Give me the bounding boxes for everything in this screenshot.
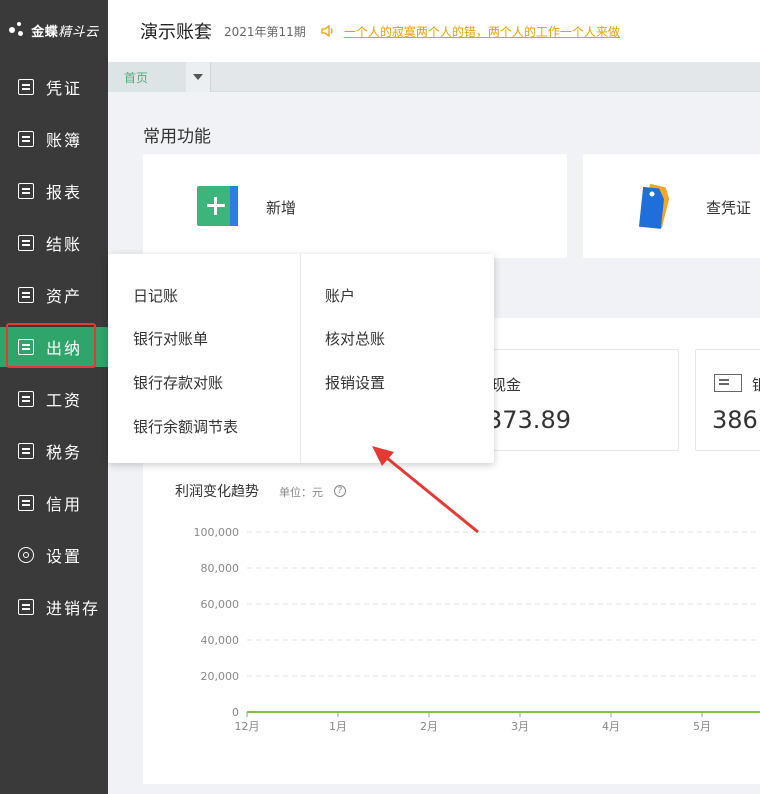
notice-link[interactable]: 一个人的寂寞两个人的错，两个人的工作一个人来做 <box>344 23 620 40</box>
sidebar-item-label: 报表 <box>46 183 83 202</box>
sidebar-item-10[interactable]: 进销存 <box>0 587 108 627</box>
x-tick-label: 5月 <box>693 720 711 733</box>
sidebar-item-label: 账簿 <box>46 131 83 150</box>
cashier-submenu: 日记账 银行对账单 银行存款对账 银行余额调节表 账户 核对总账 报销设置 <box>108 254 494 463</box>
sidebar-item-label: 设置 <box>46 547 83 566</box>
shortcut-add-card[interactable]: 新增 <box>143 154 567 258</box>
submenu-item-accounts[interactable]: 账户 <box>325 285 355 306</box>
y-tick-label: 20,000 <box>201 670 240 683</box>
ledger-icon <box>18 131 34 147</box>
credit-icon <box>18 495 34 511</box>
sidebar-item-label: 出纳 <box>46 339 83 358</box>
inventory-icon <box>18 599 34 615</box>
sidebar-item-label: 信用 <box>46 495 83 514</box>
company-name[interactable]: 演示账套 <box>140 18 212 44</box>
tag-icon <box>638 183 670 229</box>
shortcut-add-label: 新增 <box>266 199 297 217</box>
sidebar-item-label: 税务 <box>46 443 83 462</box>
stat-bank-label: 银 <box>752 376 760 394</box>
sidebar-item-label: 工资 <box>46 391 83 410</box>
submenu-item-bank-reconciliation[interactable]: 银行存款对账 <box>133 372 223 393</box>
shortcut-view-voucher-card[interactable]: 查凭证 <box>583 154 760 258</box>
help-icon[interactable]: ? <box>334 485 346 497</box>
sidebar-item-label: 进销存 <box>46 599 101 618</box>
sidebar-item-9[interactable]: 设置 <box>0 535 108 575</box>
accounting-period: 2021年第11期 <box>224 24 306 39</box>
section-title: 常用功能 <box>143 127 211 147</box>
add-icon <box>197 186 238 226</box>
submenu-item-balance-adjustment[interactable]: 银行余额调节表 <box>133 416 238 437</box>
sidebar-item-7[interactable]: 税务 <box>0 431 108 471</box>
sidebar-item-6[interactable]: 工资 <box>0 379 108 419</box>
profit-trend-chart: 0 20,000 40,000 60,000 80,000 100,000 12月 1月 2月 3… <box>194 526 760 733</box>
tab-home[interactable]: 首页 <box>108 62 186 92</box>
x-tick-label: 1月 <box>329 720 347 733</box>
tab-bar: 首页 <box>108 62 760 92</box>
tab-dropdown-icon[interactable] <box>186 62 210 92</box>
sidebar-item-4[interactable]: 资产 <box>0 275 108 315</box>
stat-card-bank[interactable]: 银 386, <box>695 349 760 451</box>
sidebar-item-1[interactable]: 账簿 <box>0 119 108 159</box>
gear-icon <box>18 547 34 563</box>
y-tick-label: 40,000 <box>201 634 240 647</box>
sidebar-item-3[interactable]: 结账 <box>0 223 108 263</box>
chart-title: 利润变化趋势 <box>175 484 259 500</box>
bank-icon <box>714 374 742 392</box>
sidebar: 金蝶精斗云 凭证账簿报表结账资产出纳工资税务信用设置进销存 <box>0 0 108 794</box>
logo-text: 金蝶精斗云 <box>31 24 99 40</box>
checkout-icon <box>18 235 34 251</box>
salary-icon <box>18 391 34 407</box>
asset-icon <box>18 287 34 303</box>
submenu-item-journal[interactable]: 日记账 <box>133 285 178 306</box>
y-tick-label: 0 <box>232 706 239 719</box>
sidebar-item-5[interactable]: 出纳 <box>0 327 108 367</box>
cashier-icon <box>18 339 34 355</box>
x-tick-label: 12月 <box>235 720 260 733</box>
x-tick-label: 4月 <box>602 720 620 733</box>
tab-separator <box>210 62 211 92</box>
x-tick-label: 3月 <box>511 720 529 733</box>
x-tick-label: 2月 <box>420 720 438 733</box>
logo-dots-icon <box>9 21 27 39</box>
submenu-item-reimbursement-settings[interactable]: 报销设置 <box>325 372 385 393</box>
sidebar-item-label: 资产 <box>46 287 83 306</box>
sidebar-item-2[interactable]: 报表 <box>0 171 108 211</box>
y-tick-label: 60,000 <box>201 598 240 611</box>
submenu-divider <box>300 254 301 463</box>
sidebar-item-8[interactable]: 信用 <box>0 483 108 523</box>
app-logo[interactable]: 金蝶精斗云 <box>0 0 108 60</box>
submenu-item-reconcile-ledger[interactable]: 核对总账 <box>325 328 385 349</box>
y-tick-label: 100,000 <box>194 526 240 539</box>
chart-unit: 单位：元 <box>279 486 323 499</box>
stat-bank-value: 386, <box>712 406 760 434</box>
stat-cash-label: 现金 <box>491 376 522 394</box>
y-tick-label: 80,000 <box>201 562 240 575</box>
sidebar-item-label: 凭证 <box>46 79 83 98</box>
sidebar-item-label: 结账 <box>46 235 83 254</box>
header: 演示账套 2021年第11期 一个人的寂寞两个人的错，两个人的工作一个人来做 <box>108 0 760 62</box>
report-icon <box>18 183 34 199</box>
sidebar-item-0[interactable]: 凭证 <box>0 67 108 107</box>
voucher-icon <box>18 79 34 95</box>
shortcut-view-voucher-label: 查凭证 <box>706 199 752 217</box>
stat-cash-value: 373.89 <box>487 406 571 434</box>
submenu-item-bank-statement[interactable]: 银行对账单 <box>133 328 208 349</box>
tax-icon <box>18 443 34 459</box>
speaker-icon <box>320 23 336 39</box>
